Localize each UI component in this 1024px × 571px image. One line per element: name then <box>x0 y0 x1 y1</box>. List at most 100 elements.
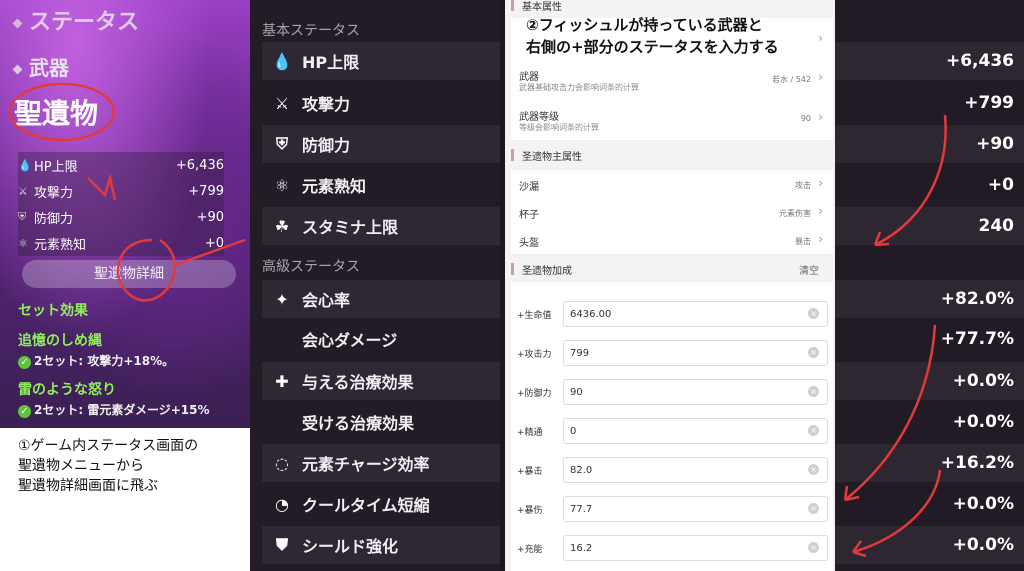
artifact-detail-panel: 基本ステータス 💧 HP上限 ⚔ 攻撃力 ⛨ 防御力 ⚛ 元素熟知 ☘ スタミナ上限 高級… <box>250 0 500 571</box>
calculator-form-panel: 基本属性 › 武器 武器基础攻击力会影响词条的计算 若水 / 542 › 武器等… <box>505 0 835 571</box>
healing-icon: ✚ <box>275 371 289 391</box>
field-label: +攻击力 <box>517 350 552 360</box>
detail-label: 元素チャージ効率 <box>302 455 430 474</box>
clear-icon[interactable]: × <box>808 386 819 397</box>
main-stat-value: 元素伤害 <box>779 209 811 218</box>
menu-artifact-label: 聖遺物 <box>14 97 99 130</box>
detail-label: シールド強化 <box>302 537 399 556</box>
cooldown-icon: ◔ <box>275 494 289 514</box>
detail-label: 防御力 <box>302 136 351 155</box>
menu-weapon-label: 武器 <box>29 56 69 80</box>
bonus-crit-dmg-input[interactable]: 77.7 <box>563 496 828 522</box>
field-label: +暴伤 <box>517 506 543 516</box>
detail-row-crit-dmg: 会心ダメージ <box>262 320 500 358</box>
main-stat-value: 攻击 <box>795 181 811 190</box>
weapon-level-selector[interactable]: 武器等级 等级会影响词条的计算 90 › <box>511 100 833 141</box>
menu-status[interactable]: ステータス <box>12 4 139 36</box>
hp-icon: 💧 <box>18 158 32 172</box>
set-effects: セット効果 追憶のしめ縄 ✓ 2セット: 攻撃力+18%。 雷のような怒り ✓ 2セ… <box>18 300 246 418</box>
field-label: +生命值 <box>517 311 552 321</box>
main-stat-goblet[interactable]: 杯子 元素伤害 › <box>511 198 833 227</box>
stat-row-atk: ⚔ 攻撃力 +799 <box>18 178 224 204</box>
stat-value: +6,436 <box>175 157 224 173</box>
detail-row-crit-rate: ✦ 会心率 <box>262 280 500 318</box>
detail-label: 受ける治療効果 <box>302 414 415 433</box>
value-hp: +6,436 <box>835 42 1024 80</box>
detail-label: 与える治療効果 <box>302 373 414 392</box>
detail-row-energy: ◌ 元素チャージ効率 <box>262 444 500 482</box>
menu-artifact[interactable]: 聖遺物 <box>14 92 98 132</box>
set-desc-text: 2セット: 攻撃力+18%。 <box>34 354 175 368</box>
bonus-def-input[interactable]: 90 <box>563 379 828 405</box>
stat-values-panel: +6,436 +799 +90 +0 240 +82.0% +77.7% +0.… <box>835 0 1024 571</box>
detail-row-em: ⚛ 元素熟知 <box>262 166 500 204</box>
artifact-stats-list: 💧 HP上限 +6,436 ⚔ 攻撃力 +799 ⛨ 防御力 +90 ⚛ 元素熟知 +0 <box>18 152 224 256</box>
stat-value: +0 <box>204 235 224 251</box>
level-subtitle: 等级会影响词条的计算 <box>519 123 599 132</box>
field-label: +精通 <box>517 428 543 438</box>
value-crit-dmg: +77.7% <box>940 329 1014 349</box>
menu-weapon[interactable]: 武器 <box>12 52 69 81</box>
section-main-stats: 圣遗物主属性 <box>511 142 833 168</box>
value-cooldown: +0.0% <box>952 494 1014 514</box>
bonus-energy-input[interactable]: 16.2 <box>563 535 828 561</box>
weapon-selector[interactable]: 武器 武器基础攻击力会影响词条的计算 若水 / 542 › <box>511 60 833 101</box>
bonus-atk-input[interactable]: 799 <box>563 340 828 366</box>
main-stat-title: 杯子 <box>519 210 539 221</box>
instruction-note-1: ①ゲーム内ステータス画面の 聖遺物メニューから 聖遺物詳細画面に飛ぶ <box>18 438 199 494</box>
main-stat-sands[interactable]: 沙漏 攻击 › <box>511 170 833 199</box>
clear-icon[interactable]: × <box>808 503 819 514</box>
field-label: +暴击 <box>517 467 543 477</box>
ingame-status-panel: ステータス 武器 聖遺物 💧 HP上限 +6,436 ⚔ 攻撃力 +799 ⛨ 防御力 +9… <box>0 0 250 571</box>
detail-row-healing: ✚ 与える治療効果 <box>262 362 500 400</box>
stat-label: HP上限 <box>34 159 78 175</box>
energy-recharge-icon: ◌ <box>275 453 289 473</box>
clear-button[interactable]: 清空 <box>799 262 819 277</box>
section-title: 圣遗物加成 <box>522 265 572 277</box>
detail-row-shield: ⛊ シールド強化 <box>262 526 500 564</box>
detail-label: HP上限 <box>302 53 360 72</box>
stat-row-hp: 💧 HP上限 +6,436 <box>18 152 224 178</box>
detail-label: 会心率 <box>302 291 351 310</box>
field-label: +防御力 <box>517 389 552 399</box>
clear-icon[interactable]: × <box>808 308 819 319</box>
weapon-subtitle: 武器基础攻击力会影响词条的计算 <box>519 83 639 92</box>
main-stat-title: 头盔 <box>519 238 539 249</box>
set-effect-title: セット効果 <box>18 303 88 319</box>
bonus-hp-input[interactable]: 6436.00 <box>563 301 828 327</box>
stamina-icon: ☘ <box>274 216 290 236</box>
stat-row-def: ⛨ 防御力 +90 <box>18 204 224 230</box>
shield-icon: ⛨ <box>275 134 288 153</box>
chevron-right-icon: › <box>818 204 823 218</box>
detail-label: 元素熟知 <box>302 177 367 196</box>
bonus-def-field: +防御力 90 × <box>511 374 833 412</box>
bonus-crit-rate-input[interactable]: 82.0 <box>563 457 828 483</box>
main-stat-title: 沙漏 <box>519 182 539 193</box>
chevron-right-icon: › <box>818 70 823 84</box>
bonus-crit-rate-field: +暴击 82.0 × <box>511 452 833 490</box>
section-title: 基本属性 <box>522 1 562 13</box>
sword-icon: ⚔ <box>18 184 28 198</box>
clear-icon[interactable]: × <box>808 542 819 553</box>
clear-icon[interactable]: × <box>808 347 819 358</box>
main-stat-circlet[interactable]: 头盔 暴击 › <box>511 226 833 255</box>
stat-value: +90 <box>196 209 224 225</box>
detail-label: 攻撃力 <box>302 95 351 114</box>
stat-label: 防御力 <box>34 211 74 227</box>
value-crit-rate: +82.0% <box>835 280 1024 318</box>
chevron-right-icon: › <box>818 232 823 246</box>
value-energy: +16.2% <box>835 444 1024 482</box>
detail-label: クールタイム短縮 <box>302 496 430 515</box>
check-icon: ✓ <box>18 405 31 418</box>
value-em: +0 <box>987 175 1014 195</box>
bonus-em-field: +精通 0 × <box>511 413 833 451</box>
set-name: 追憶のしめ縄 <box>18 333 102 349</box>
detail-row-atk: ⚔ 攻撃力 <box>262 84 500 122</box>
hp-icon: 💧 <box>272 51 292 71</box>
set-desc-text: 2セット: 雷元素ダメージ+15% <box>34 403 210 417</box>
bonus-em-input[interactable]: 0 <box>563 418 828 444</box>
clear-icon[interactable]: × <box>808 464 819 475</box>
set-desc: ✓ 2セット: 雷元素ダメージ+15% <box>18 401 246 418</box>
clear-icon[interactable]: × <box>808 425 819 436</box>
artifact-detail-button[interactable]: 聖遺物詳細 <box>22 260 236 288</box>
